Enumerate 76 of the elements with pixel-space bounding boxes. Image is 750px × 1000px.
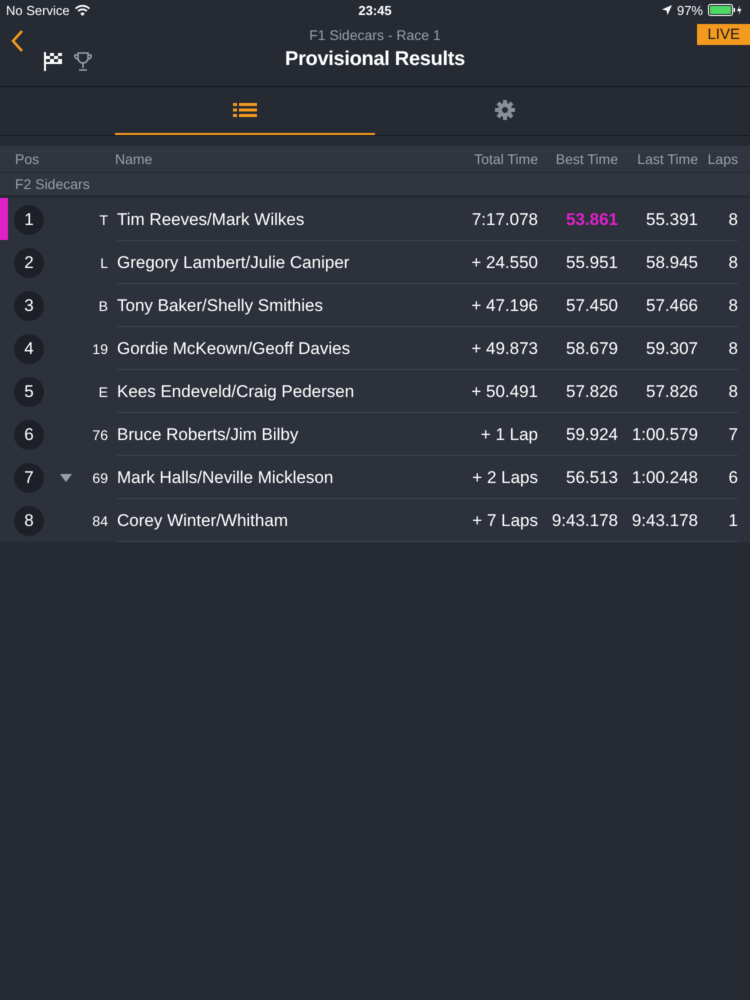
clock-time: 23:45	[358, 2, 392, 18]
column-header: Name	[114, 151, 154, 167]
car-number: 84	[91, 512, 109, 528]
last-time: 1:00.579	[630, 424, 698, 444]
driver-names: Kees Endeveld/Craig Pedersen	[117, 382, 356, 402]
list-icon	[233, 102, 257, 118]
total-time: + 47.196	[470, 296, 538, 316]
total-time: + 24.550	[470, 252, 538, 272]
best-time: 55.951	[565, 252, 618, 272]
column-header: Last Time	[636, 151, 698, 167]
position-badge: 1	[14, 204, 44, 234]
live-button[interactable]: LIVE	[697, 24, 750, 45]
location-arrow-icon	[662, 5, 672, 15]
total-time: 7:17.078	[470, 210, 538, 230]
last-time: 9:43.178	[630, 510, 698, 530]
column-header: Laps	[706, 151, 739, 167]
car-number: T	[98, 212, 109, 228]
position-badge: 6	[14, 420, 44, 450]
position-badge: 3	[14, 290, 44, 320]
car-number: 69	[91, 470, 109, 486]
group-label: F2 Sidecars	[15, 176, 90, 192]
last-time: 59.307	[645, 338, 698, 358]
laps-count: 7	[728, 424, 739, 444]
laps-count: 8	[728, 210, 739, 230]
carrier-text: No Service	[6, 2, 70, 18]
best-time: 9:43.178	[550, 510, 618, 530]
car-number: 76	[91, 426, 109, 442]
page-title: Provisional Results	[285, 48, 465, 71]
best-time: 56.513	[565, 468, 618, 488]
laps-count: 8	[728, 252, 739, 272]
best-time: 57.450	[565, 296, 618, 316]
total-time: + 49.873	[470, 338, 538, 358]
laps-count: 8	[728, 296, 739, 316]
driver-names: Bruce Roberts/Jim Bilby	[117, 424, 300, 444]
trophy-icon[interactable]	[72, 50, 94, 72]
wifi-icon	[74, 4, 90, 16]
laps-count: 8	[728, 338, 739, 358]
car-number: L	[99, 254, 109, 270]
column-header: Pos	[14, 151, 40, 167]
last-time: 58.945	[645, 252, 698, 272]
driver-names: Gregory Lambert/Julie Caniper	[117, 252, 350, 272]
car-number: E	[98, 384, 109, 400]
column-header: Total Time	[473, 151, 538, 167]
best-time: 59.924	[565, 424, 618, 444]
position-badge: 5	[14, 376, 44, 406]
laps-count: 8	[728, 382, 739, 402]
best-time: 53.861	[565, 210, 618, 230]
battery-percent: 97%	[676, 2, 703, 18]
driver-names: Tony Baker/Shelly Smithies	[117, 296, 324, 316]
total-time: + 7 Laps	[471, 510, 538, 530]
car-number: 19	[91, 340, 109, 356]
total-time: + 2 Laps	[471, 468, 538, 488]
total-time: + 1 Lap	[480, 424, 538, 444]
position-badge: 4	[14, 334, 44, 364]
last-time: 55.391	[645, 210, 698, 230]
driver-names: Gordie McKeown/Geoff Davies	[117, 338, 352, 358]
position-badge: 7	[14, 462, 44, 492]
total-time: + 50.491	[470, 382, 538, 402]
position-badge: 8	[14, 506, 44, 536]
last-time: 1:00.248	[630, 468, 698, 488]
position-badge: 2	[14, 248, 44, 278]
battery-icon	[708, 4, 744, 16]
laps-count: 1	[728, 510, 739, 530]
driver-names: Mark Halls/Neville Mickleson	[117, 468, 334, 488]
checkered-flag-icon[interactable]	[42, 50, 64, 72]
last-time: 57.826	[645, 382, 698, 402]
car-number: B	[98, 298, 109, 314]
best-time: 57.826	[565, 382, 618, 402]
driver-names: Corey Winter/Whitham	[117, 510, 289, 530]
laps-count: 6	[728, 468, 739, 488]
driver-names: Tim Reeves/Mark Wilkes	[117, 210, 306, 230]
column-header: Best Time	[554, 151, 618, 167]
gear-icon	[494, 99, 516, 121]
last-time: 57.466	[645, 296, 698, 316]
best-time: 58.679	[565, 338, 618, 358]
race-subtitle: F1 Sidecars - Race 1	[309, 26, 441, 43]
